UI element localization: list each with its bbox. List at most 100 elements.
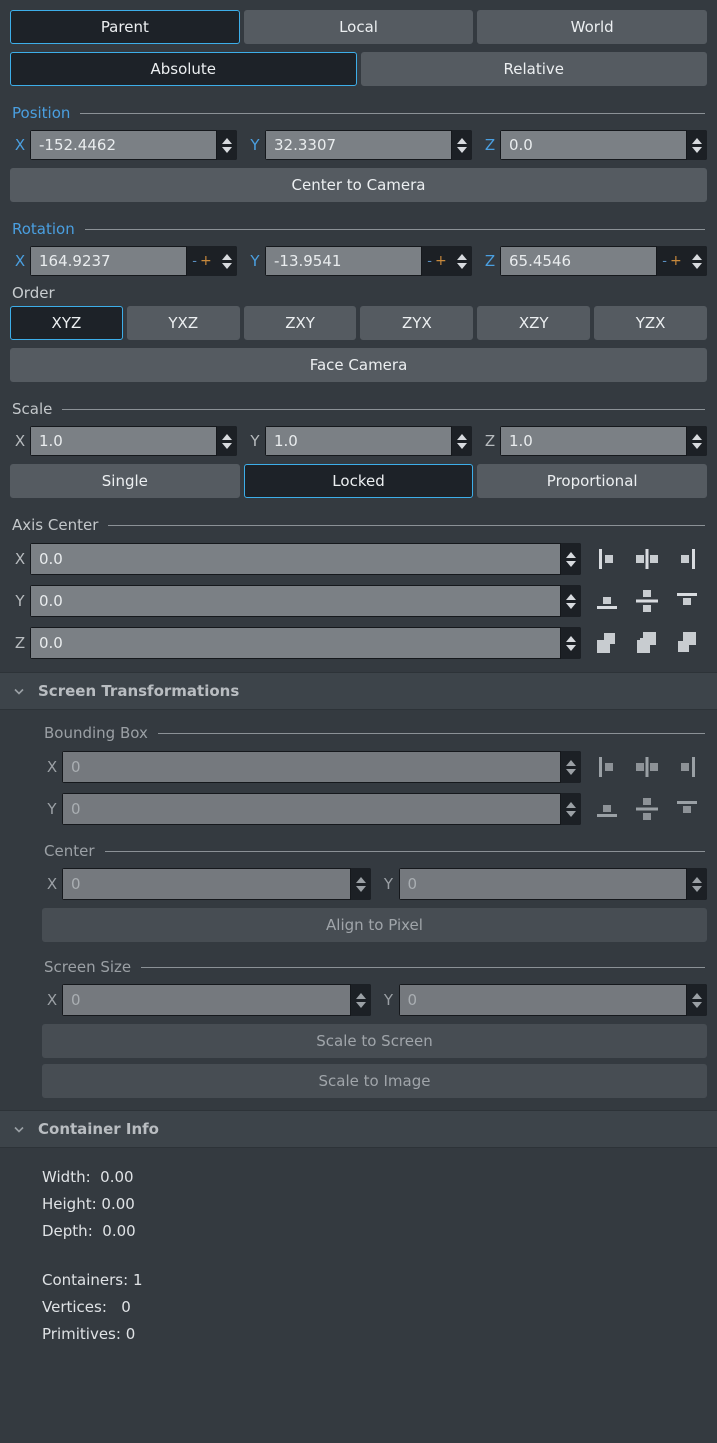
rotation-order-xyz-button[interactable]: XYZ <box>10 306 123 340</box>
depth-front-button[interactable] <box>667 626 707 660</box>
align-top-button[interactable] <box>667 792 707 826</box>
rotation-order-yzx-button[interactable]: YZX <box>594 306 707 340</box>
rotation-x-field[interactable]: 164.9237 - + <box>30 246 237 276</box>
position-y-spinner[interactable] <box>452 130 472 160</box>
align-left-button[interactable] <box>587 542 627 576</box>
depth-back-button[interactable] <box>587 626 627 660</box>
spinner-up-icon[interactable] <box>457 433 467 440</box>
spinner-down-icon[interactable] <box>692 1001 702 1008</box>
spinner-down-icon[interactable] <box>222 442 232 449</box>
spinner-up-icon[interactable] <box>692 137 702 144</box>
axis-center-z-field[interactable]: 0.0 <box>30 627 581 659</box>
spinner-down-icon[interactable] <box>457 146 467 153</box>
scale-x-spinner[interactable] <box>217 426 237 456</box>
spinner-up-icon[interactable] <box>566 551 576 558</box>
spinner-down-icon[interactable] <box>566 602 576 609</box>
scale-y-field[interactable]: 1.0 <box>265 426 472 456</box>
rotation-y-step-buttons[interactable]: - + <box>422 246 452 276</box>
align-bottom-button[interactable] <box>587 584 627 618</box>
align-bottom-button[interactable] <box>587 792 627 826</box>
spinner-up-icon[interactable] <box>692 876 702 883</box>
axis-center-x-field[interactable]: 0.0 <box>30 543 581 575</box>
spinner-up-icon[interactable] <box>692 253 702 260</box>
align-to-pixel-button[interactable]: Align to Pixel <box>42 908 707 942</box>
rotation-y-decrement-button[interactable]: - <box>427 255 432 268</box>
spinner-up-icon[interactable] <box>566 635 576 642</box>
scale-to-screen-button[interactable]: Scale to Screen <box>42 1024 707 1058</box>
spinner-down-icon[interactable] <box>222 146 232 153</box>
spinner-down-icon[interactable] <box>566 768 576 775</box>
rotation-x-input[interactable]: 164.9237 <box>30 246 187 276</box>
position-z-input[interactable]: 0.0 <box>500 130 687 160</box>
spinner-down-icon[interactable] <box>692 885 702 892</box>
rotation-order-yxz-button[interactable]: YXZ <box>126 306 240 340</box>
screen-size-y-input[interactable]: 0 <box>398 984 687 1016</box>
screen-size-y-spinner[interactable] <box>687 984 707 1016</box>
position-z-field[interactable]: 0.0 <box>500 130 707 160</box>
spinner-down-icon[interactable] <box>457 262 467 269</box>
align-center-horizontal-button[interactable] <box>627 542 667 576</box>
center-x-spinner[interactable] <box>350 868 371 900</box>
align-center-vertical-button[interactable] <box>627 584 667 618</box>
axis-center-y-input[interactable]: 0.0 <box>30 585 561 617</box>
axis-center-z-input[interactable]: 0.0 <box>30 627 561 659</box>
scale-y-input[interactable]: 1.0 <box>265 426 452 456</box>
spinner-down-icon[interactable] <box>692 442 702 449</box>
spinner-up-icon[interactable] <box>222 433 232 440</box>
axis-center-y-spinner[interactable] <box>561 585 581 617</box>
axis-center-x-input[interactable]: 0.0 <box>30 543 561 575</box>
coordinate-space-world-button[interactable]: World <box>477 10 708 44</box>
spinner-down-icon[interactable] <box>566 810 576 817</box>
align-center-vertical-button[interactable] <box>627 792 667 826</box>
spinner-down-icon[interactable] <box>692 262 702 269</box>
align-center-horizontal-button[interactable] <box>627 750 667 784</box>
spinner-up-icon[interactable] <box>566 759 576 766</box>
coordinate-space-local-button[interactable]: Local <box>243 10 474 44</box>
scale-mode-proportional-button[interactable]: Proportional <box>477 464 708 498</box>
rotation-y-field[interactable]: -13.9541 - + <box>265 246 472 276</box>
position-z-spinner[interactable] <box>687 130 707 160</box>
spinner-up-icon[interactable] <box>692 992 702 999</box>
rotation-z-field[interactable]: 65.4546 - + <box>500 246 707 276</box>
spinner-up-icon[interactable] <box>566 593 576 600</box>
chevron-down-icon[interactable] <box>12 684 26 698</box>
scale-x-input[interactable]: 1.0 <box>30 426 217 456</box>
scale-z-spinner[interactable] <box>687 426 707 456</box>
rotation-z-spinner[interactable] <box>687 246 707 276</box>
scale-mode-single-button[interactable]: Single <box>10 464 240 498</box>
scale-to-image-button[interactable]: Scale to Image <box>42 1064 707 1098</box>
spinner-down-icon[interactable] <box>692 146 702 153</box>
align-top-button[interactable] <box>667 584 707 618</box>
center-y-input[interactable]: 0 <box>398 868 687 900</box>
position-x-spinner[interactable] <box>217 130 237 160</box>
spinner-down-icon[interactable] <box>457 442 467 449</box>
rotation-order-zyx-button[interactable]: ZYX <box>360 306 474 340</box>
scale-mode-locked-button[interactable]: Locked <box>243 464 474 498</box>
screen-size-x-spinner[interactable] <box>350 984 371 1016</box>
rotation-z-decrement-button[interactable]: - <box>662 255 667 268</box>
bounding-box-y-input[interactable]: 0 <box>62 793 561 825</box>
spinner-up-icon[interactable] <box>457 137 467 144</box>
spinner-up-icon[interactable] <box>355 992 366 999</box>
scale-y-spinner[interactable] <box>452 426 472 456</box>
position-y-input[interactable]: 32.3307 <box>265 130 452 160</box>
depth-middle-button[interactable] <box>627 626 667 660</box>
bounding-box-y-spinner[interactable] <box>561 793 581 825</box>
transform-mode-relative-button[interactable]: Relative <box>360 52 707 86</box>
rotation-order-xzy-button[interactable]: XZY <box>477 306 591 340</box>
rotation-y-increment-button[interactable]: + <box>435 254 447 268</box>
position-y-field[interactable]: 32.3307 <box>265 130 472 160</box>
rotation-y-input[interactable]: -13.9541 <box>265 246 422 276</box>
screen-transformations-header[interactable]: Screen Transformations <box>0 672 717 710</box>
position-x-input[interactable]: -152.4462 <box>30 130 217 160</box>
bounding-box-x-input[interactable]: 0 <box>62 751 561 783</box>
face-camera-button[interactable]: Face Camera <box>10 348 707 382</box>
rotation-z-step-buttons[interactable]: - + <box>657 246 687 276</box>
rotation-y-spinner[interactable] <box>452 246 472 276</box>
align-right-button[interactable] <box>667 542 707 576</box>
spinner-up-icon[interactable] <box>222 137 232 144</box>
rotation-x-spinner[interactable] <box>217 246 237 276</box>
bounding-box-x-field[interactable]: 0 <box>62 751 581 783</box>
coordinate-space-parent-button[interactable]: Parent <box>10 10 240 44</box>
bounding-box-y-field[interactable]: 0 <box>62 793 581 825</box>
